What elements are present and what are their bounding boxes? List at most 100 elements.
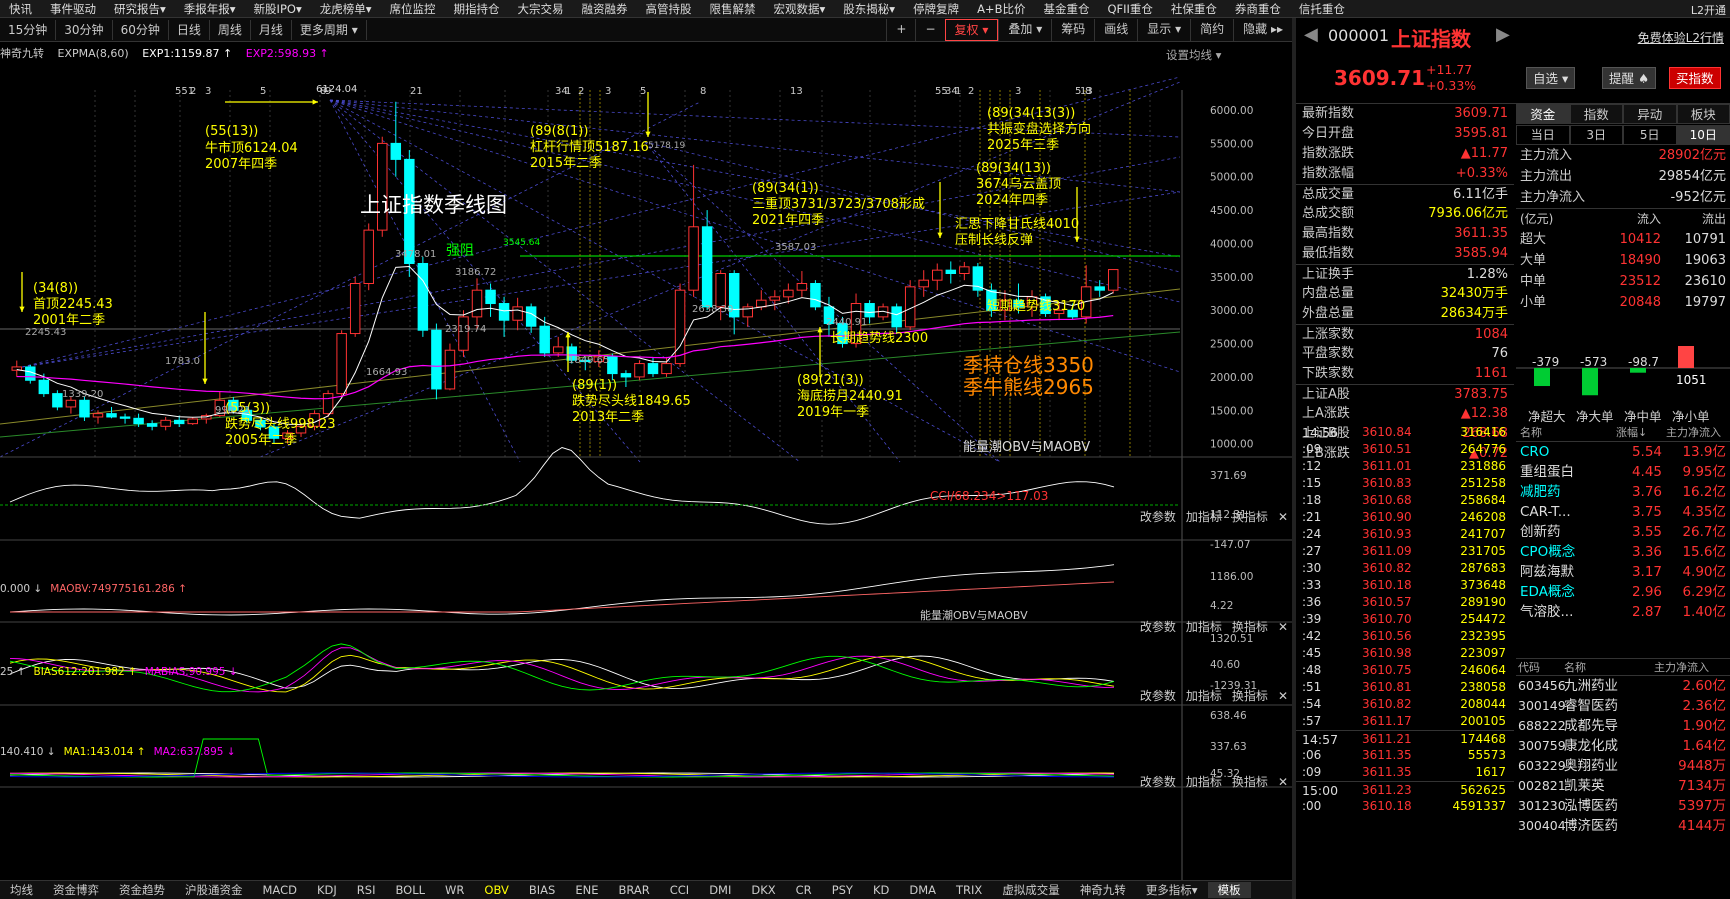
menu-item[interactable]: 快讯 <box>0 1 41 17</box>
stock-row[interactable]: 002821 凯莱英 7134万 <box>1516 776 1730 796</box>
indicator-tab[interactable]: 资金趋势 <box>109 882 175 898</box>
menu-item[interactable]: 研究报告▾ <box>105 1 175 17</box>
chart-tool-button[interactable]: 画线 <box>1094 19 1137 41</box>
close-icon[interactable]: ✕ <box>1278 510 1288 524</box>
menu-item[interactable]: 基金重仓 <box>1034 1 1098 17</box>
fund-period-tab[interactable]: 10日 <box>1676 125 1730 145</box>
indicator-tab[interactable]: 模板 <box>1207 882 1251 898</box>
l2-open-link[interactable]: L2开通 <box>1691 2 1726 17</box>
sector-row[interactable]: 气溶胶... 2.87 1.40亿 <box>1516 602 1730 622</box>
fund-period-tab[interactable]: 当日 <box>1516 125 1570 145</box>
fund-tab[interactable]: 异动 <box>1623 104 1677 124</box>
indicator-tab[interactable]: DMA <box>899 883 946 897</box>
sub-tool-button[interactable]: 换指标 <box>1232 775 1268 789</box>
menu-item[interactable]: 限售解禁 <box>701 1 765 17</box>
sector-row[interactable]: 重组蛋白 4.45 9.95亿 <box>1516 462 1730 482</box>
menu-item[interactable]: 停牌复牌 <box>904 1 968 17</box>
stock-row[interactable]: 301230 泓博医药 5397万 <box>1516 796 1730 816</box>
sub-tool-button[interactable]: 改参数 <box>1140 689 1176 703</box>
indicator-tab[interactable]: BIAS <box>519 883 565 897</box>
period-tab[interactable]: 15分钟 <box>0 19 57 40</box>
menu-item[interactable]: 信托重仓 <box>1290 1 1354 17</box>
indicator-tab[interactable]: RSI <box>347 883 386 897</box>
sub-tool-button[interactable]: 换指标 <box>1232 620 1268 634</box>
indicator-tab[interactable]: 均线 <box>0 882 43 898</box>
indicator-tab[interactable]: ENE <box>565 883 608 897</box>
indicator-tab[interactable]: TRIX <box>946 883 992 897</box>
stock-row[interactable]: 300759 康龙化成 1.64亿 <box>1516 736 1730 756</box>
period-tab[interactable]: 60分钟 <box>113 19 169 40</box>
fund-period-tab[interactable]: 5日 <box>1623 125 1677 145</box>
indicator-tab[interactable]: KDJ <box>307 883 347 897</box>
sub-tool-button[interactable]: 改参数 <box>1140 620 1176 634</box>
indicator-tab[interactable]: CR <box>786 883 822 897</box>
close-icon[interactable]: ✕ <box>1278 775 1288 789</box>
fund-period-tab[interactable]: 3日 <box>1569 125 1623 145</box>
chart-tool-button[interactable]: 复权 ▾ <box>944 19 999 41</box>
close-icon[interactable]: ✕ <box>1278 620 1288 634</box>
sub-tool-button[interactable]: 加指标 <box>1186 689 1222 703</box>
stock-row[interactable]: 688222 成都先导 1.90亿 <box>1516 716 1730 736</box>
next-arrow-icon[interactable]: ▶ <box>1496 24 1510 45</box>
sub-tool-button[interactable]: 改参数 <box>1140 510 1176 524</box>
menu-item[interactable]: 期指持仓 <box>445 1 509 17</box>
menu-item[interactable]: 新股IPO▾ <box>245 1 311 17</box>
indicator-tab[interactable]: 资金博弈 <box>43 882 109 898</box>
indicator-tab[interactable]: 神奇九转 <box>1070 882 1136 898</box>
sector-row[interactable]: 创新药 3.55 26.7亿 <box>1516 522 1730 542</box>
sector-row[interactable]: 减肥药 3.76 16.2亿 <box>1516 482 1730 502</box>
indicator-tab[interactable]: WR <box>435 883 474 897</box>
indicator-tab[interactable]: BOLL <box>385 883 435 897</box>
indicator-tab[interactable]: BRAR <box>608 883 659 897</box>
stock-row[interactable]: 300404 博济医药 4144万 <box>1516 816 1730 836</box>
free-l2-link[interactable]: 免费体验L2行情 <box>1638 29 1724 46</box>
menu-item[interactable]: 社保重仓 <box>1162 1 1226 17</box>
sub-tool-button[interactable]: 加指标 <box>1186 510 1222 524</box>
indicator-tab[interactable]: 虚拟成交量 <box>992 882 1070 898</box>
sector-row[interactable]: 阿兹海默 3.17 4.90亿 <box>1516 562 1730 582</box>
sector-row[interactable]: CPO概念 3.36 15.6亿 <box>1516 542 1730 562</box>
sub-tool-button[interactable]: 改参数 <box>1140 775 1176 789</box>
menu-item[interactable]: 季报年报▾ <box>175 1 245 17</box>
chart-tool-button[interactable]: + <box>886 19 915 41</box>
period-tab[interactable]: 更多周期 ▾ <box>292 19 367 40</box>
chart-tool-button[interactable]: 显示 ▾ <box>1137 19 1190 41</box>
stock-row[interactable]: 603456 九洲药业 2.60亿 <box>1516 676 1730 696</box>
tick-list[interactable]: 14:56 3610.84 316416:09 3610.51 264776:12 361… <box>1296 424 1514 815</box>
sub-tool-button[interactable]: 加指标 <box>1186 620 1222 634</box>
indicator-tab[interactable]: KD <box>863 883 899 897</box>
indicator-tab[interactable]: DMI <box>699 883 741 897</box>
menu-item[interactable]: 龙虎榜单▾ <box>311 1 381 17</box>
menu-item[interactable]: 事件驱动 <box>41 1 105 17</box>
menu-item[interactable]: QFII重仓 <box>1098 1 1161 17</box>
period-tab[interactable]: 周线 <box>210 19 251 40</box>
menu-item[interactable]: 席位监控 <box>381 1 445 17</box>
indicator-tab[interactable]: CCI <box>660 883 699 897</box>
stock-list[interactable]: 代码 名称 主力净流入 603456 九洲药业 2.60亿 300149 睿智医药 2.36亿 6… <box>1516 658 1730 836</box>
period-tab[interactable]: 月线 <box>251 19 292 40</box>
chart-tool-button[interactable]: 隐藏 ▸▸ <box>1233 19 1292 41</box>
period-tab[interactable]: 日线 <box>169 19 210 40</box>
sub-tool-button[interactable]: 换指标 <box>1232 510 1268 524</box>
menu-item[interactable]: A+B比价 <box>968 1 1034 17</box>
period-tab[interactable]: 30分钟 <box>56 19 113 40</box>
sub-tool-button[interactable]: 加指标 <box>1186 775 1222 789</box>
indicator-tab[interactable]: 沪股通资金 <box>175 882 253 898</box>
indicator-tab[interactable]: PSY <box>822 883 863 897</box>
indicator-tab[interactable]: 更多指标▾ <box>1136 882 1208 898</box>
indicator-tab[interactable]: OBV <box>474 883 518 897</box>
chart-tool-button[interactable]: − <box>915 19 944 41</box>
menu-item[interactable]: 股东揭秘▾ <box>834 1 904 17</box>
chart-tool-button[interactable]: 叠加 ▾ <box>998 19 1051 41</box>
prev-arrow-icon[interactable]: ◀ <box>1304 24 1318 45</box>
menu-item[interactable]: 券商重仓 <box>1226 1 1290 17</box>
chart-tool-button[interactable]: 简约 <box>1190 19 1233 41</box>
buy-index-button[interactable]: 买指数 <box>1669 67 1721 89</box>
close-icon[interactable]: ✕ <box>1278 689 1288 703</box>
sub-tool-button[interactable]: 换指标 <box>1232 689 1268 703</box>
fund-tab[interactable]: 板块 <box>1676 104 1730 124</box>
sector-row[interactable]: CRO 5.54 13.9亿 <box>1516 442 1730 462</box>
fund-tab[interactable]: 资金 <box>1516 104 1570 124</box>
sector-row[interactable]: CAR-T... 3.75 4.35亿 <box>1516 502 1730 522</box>
menu-item[interactable]: 高管持股 <box>637 1 701 17</box>
